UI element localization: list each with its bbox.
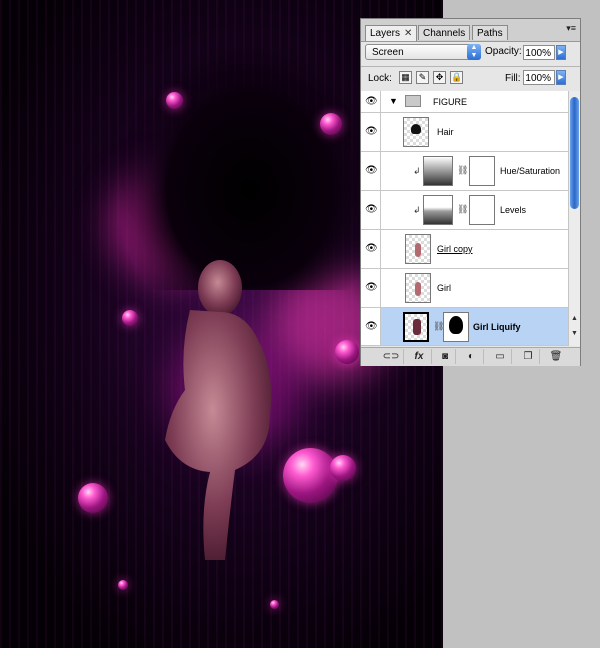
new-group-icon[interactable]: ▭ xyxy=(489,349,512,364)
fx-icon[interactable]: fx xyxy=(407,349,432,364)
layer-name: Hair xyxy=(437,127,454,137)
orb-large xyxy=(283,448,338,503)
opacity-input[interactable]: 100% xyxy=(523,45,555,60)
chain-link-icon[interactable]: ⛓ xyxy=(457,204,468,215)
fill-label: Fill: xyxy=(505,73,521,84)
lock-all-icon[interactable]: 🔒 xyxy=(450,71,463,84)
layer-row-figure[interactable]: 👁 ▼ FIGURE xyxy=(361,91,568,113)
figure-silhouette xyxy=(165,260,272,560)
fill-input[interactable]: 100% xyxy=(523,70,555,85)
visibility-eye-icon[interactable]: 👁 xyxy=(361,113,381,151)
layer-name: Girl Liquify xyxy=(473,322,521,332)
blend-mode-stepper-icon[interactable]: ▲ ▼ xyxy=(467,44,481,60)
new-layer-icon[interactable]: ❐ xyxy=(517,349,540,364)
orb-bottom xyxy=(118,580,128,590)
orb-right-mid xyxy=(335,340,359,364)
scroll-up-arrow-icon[interactable]: ▲ xyxy=(569,314,580,324)
scrollbar-thumb[interactable] xyxy=(570,97,579,209)
tab-channels[interactable]: Channels xyxy=(418,25,470,40)
visibility-eye-icon[interactable]: 👁 xyxy=(361,269,381,307)
layer-mask-thumbnail xyxy=(443,312,469,342)
layer-name: Girl xyxy=(437,283,451,293)
lock-position-icon[interactable]: ✥ xyxy=(433,71,446,84)
lock-transparent-icon[interactable]: ▦ xyxy=(399,71,412,84)
orb-left-small xyxy=(122,310,138,326)
orb-right-small xyxy=(330,455,356,481)
layer-row-hue-saturation[interactable]: 👁 ↲ ⛓ Hue/Saturation xyxy=(361,152,568,191)
panel-tabs: Layers ✕ Channels Paths ▾≡ xyxy=(361,19,580,42)
layers-panel: Layers ✕ Channels Paths ▾≡ Screen ▲ ▼ Opac… xyxy=(360,18,581,366)
layer-name: Levels xyxy=(500,205,527,215)
adjustment-thumbnail xyxy=(423,195,453,225)
divider xyxy=(361,66,580,67)
panel-bottom-toolbar: ⊂⊃ fx ◙ ◐ ▭ ❐ 🗑 xyxy=(361,347,580,366)
blend-mode-select[interactable]: Screen ▲ ▼ xyxy=(365,44,481,60)
layer-row-levels[interactable]: 👁 ↲ ⛓ Levels xyxy=(361,191,568,230)
visibility-eye-icon[interactable]: 👁 xyxy=(361,191,381,229)
visibility-eye-icon[interactable]: 👁 xyxy=(361,152,381,190)
visibility-eye-icon[interactable]: 👁 xyxy=(361,230,381,268)
layer-mask-thumbnail xyxy=(469,156,495,186)
add-mask-icon[interactable]: ◙ xyxy=(435,349,456,364)
layer-name: FIGURE xyxy=(433,97,468,107)
trash-icon[interactable]: 🗑 xyxy=(545,349,567,364)
lock-label: Lock: xyxy=(368,73,392,84)
visibility-eye-icon[interactable]: 👁 xyxy=(361,91,381,112)
opacity-label: Opacity: xyxy=(485,46,522,57)
tab-layers-label: Layers xyxy=(370,28,401,39)
clipping-arrow-icon: ↲ xyxy=(413,166,421,176)
opacity-slider-arrow-icon[interactable]: ▶ xyxy=(556,45,566,60)
fill-slider-arrow-icon[interactable]: ▶ xyxy=(556,70,566,85)
layer-thumbnail xyxy=(403,312,429,342)
layer-name: Girl copy xyxy=(437,244,473,254)
lock-image-icon[interactable]: ✎ xyxy=(416,71,429,84)
tab-paths[interactable]: Paths xyxy=(472,25,508,40)
link-layers-icon[interactable]: ⊂⊃ xyxy=(379,349,404,364)
clipping-arrow-icon: ↲ xyxy=(413,205,421,215)
visibility-eye-icon[interactable]: 👁 xyxy=(361,308,381,345)
orb-top-right xyxy=(320,113,342,135)
adjustment-layer-icon[interactable]: ◐ xyxy=(459,349,484,364)
folder-icon xyxy=(405,95,421,107)
layer-row-girl[interactable]: 👁 Girl xyxy=(361,269,568,308)
adjustment-thumbnail xyxy=(423,156,453,186)
scroll-down-arrow-icon[interactable]: ▼ xyxy=(569,329,580,339)
layer-thumbnail xyxy=(403,117,429,147)
layers-list: 👁 ▼ FIGURE 👁 Hair 👁 ↲ ⛓ Hue/Saturation 👁… xyxy=(361,91,568,346)
layer-thumbnail xyxy=(405,273,431,303)
orb-left-mid xyxy=(78,483,108,513)
orb-bottom-right xyxy=(270,600,279,609)
blend-mode-value: Screen xyxy=(372,47,404,58)
group-expand-triangle-icon[interactable]: ▼ xyxy=(389,96,398,106)
layer-row-hair[interactable]: 👁 Hair xyxy=(361,113,568,152)
panel-menu-icon[interactable]: ▾≡ xyxy=(566,23,576,34)
tab-channels-label: Channels xyxy=(423,28,466,39)
layer-mask-thumbnail xyxy=(469,195,495,225)
layer-row-girl-copy[interactable]: 👁 Girl copy xyxy=(361,230,568,269)
layer-thumbnail xyxy=(405,234,431,264)
chain-link-icon[interactable]: ⛓ xyxy=(457,165,468,176)
orb-top xyxy=(166,92,183,109)
tab-layers[interactable]: Layers ✕ xyxy=(365,25,417,41)
layers-scrollbar[interactable]: ▲ ▼ xyxy=(568,91,580,346)
tab-paths-label: Paths xyxy=(477,28,503,39)
layer-name: Hue/Saturation xyxy=(500,166,561,176)
layer-row-girl-liquify[interactable]: 👁 ⛓ Girl Liquify xyxy=(361,308,568,346)
close-icon[interactable]: ✕ xyxy=(404,28,412,39)
